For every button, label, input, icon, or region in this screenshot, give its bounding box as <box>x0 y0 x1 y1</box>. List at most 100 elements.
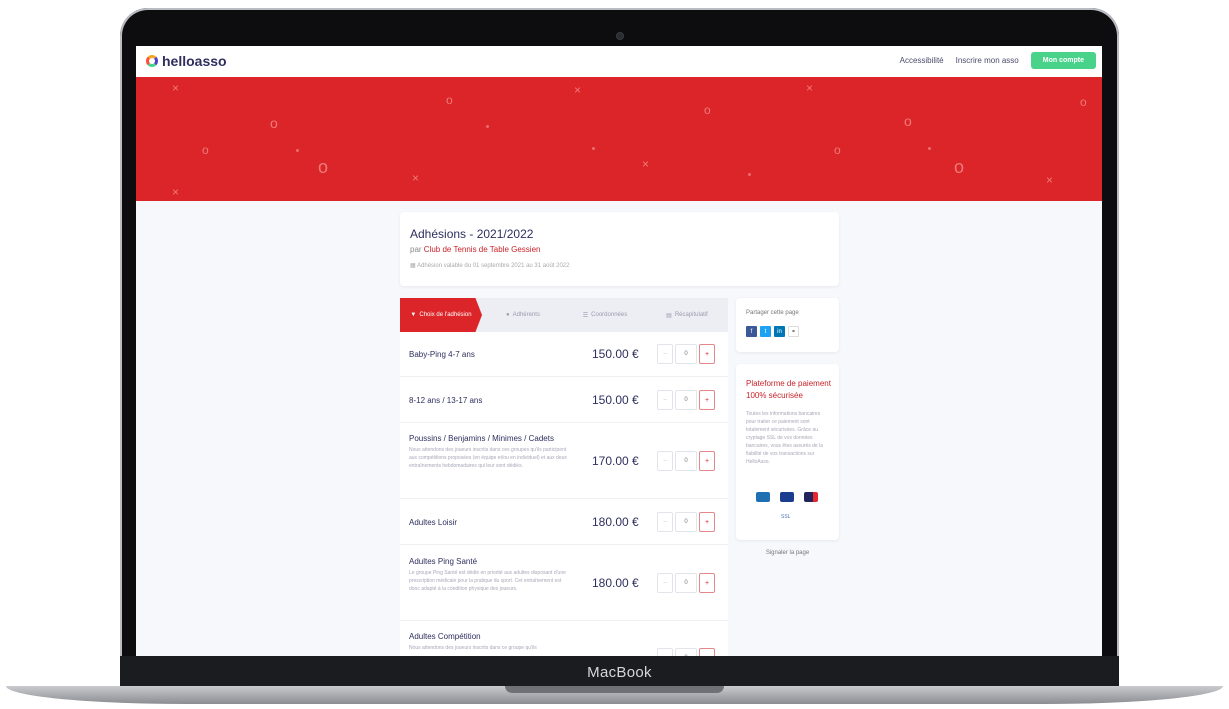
tab-membership-choice[interactable]: ▼ Choix de l'adhésion <box>400 298 482 332</box>
share-card: Partager cette page f t in ⚭ <box>736 298 839 352</box>
banner-o-decoration: o <box>1080 95 1087 109</box>
membership-row: 8-12 ans / 13-17 ans 150.00 € − 0 + <box>400 376 728 423</box>
membership-name: Poussins / Benjamins / Minimes / Cadets <box>409 434 554 443</box>
increase-button[interactable]: + <box>699 390 715 410</box>
ssl-badge-icon: SSL <box>781 514 791 520</box>
nav-register-association[interactable]: Inscrire mon asso <box>956 56 1019 65</box>
header-banner: × o o o × × o × × o × o o o × o <box>136 77 1102 201</box>
tab-members[interactable]: ● Adhérents <box>482 298 564 332</box>
secure-payment-description: Toutes les informations bancaires pour t… <box>746 411 823 465</box>
increase-button[interactable]: + <box>699 451 715 471</box>
doc-icon: ▤ <box>666 312 672 319</box>
linkedin-icon[interactable]: in <box>774 326 785 337</box>
membership-name: Adultes Ping Santé <box>409 557 478 566</box>
banner-dot-decoration <box>296 149 299 152</box>
facebook-icon[interactable]: f <box>746 326 757 337</box>
tab-contact-details[interactable]: ☰ Coordonnées <box>564 298 646 332</box>
banner-o-decoration: o <box>446 93 453 107</box>
increase-button[interactable]: + <box>699 512 715 532</box>
membership-description: Le groupe Ping Santé est dédié en priori… <box>409 570 566 592</box>
membership-price: 180.00 € <box>592 515 639 529</box>
membership-list: Baby-Ping 4-7 ans 150.00 € − 0 + 8-12 an… <box>400 332 728 656</box>
banner-dot-decoration <box>486 125 489 128</box>
nav-accessibility[interactable]: Accessibilité <box>900 56 944 65</box>
step-tabs: ▼ Choix de l'adhésion ● Adhérents ☰ Coor… <box>400 298 728 332</box>
user-icon: ● <box>506 312 510 318</box>
card-logos <box>756 492 818 502</box>
screen: helloasso Accessibilité Inscrire mon ass… <box>136 46 1102 656</box>
banner-o-decoration: o <box>318 157 329 177</box>
quantity-value[interactable]: 0 <box>675 451 697 471</box>
quantity-stepper: − 0 + <box>657 573 715 593</box>
banner-x-decoration: × <box>172 81 180 95</box>
tag-icon: ▼ <box>410 312 417 318</box>
organizer-prefix: par <box>410 245 422 254</box>
membership-row: Poussins / Benjamins / Minimes / Cadets … <box>400 422 728 499</box>
increase-button[interactable]: + <box>699 344 715 364</box>
share-label: Partager cette page <box>746 310 799 316</box>
increase-button[interactable]: + <box>699 573 715 593</box>
quantity-stepper: − 0 + <box>657 512 715 532</box>
campaign-header-card: Adhésions - 2021/2022 par Club de Tennis… <box>400 212 839 286</box>
decrease-button[interactable]: − <box>657 512 673 532</box>
top-navigation: helloasso Accessibilité Inscrire mon ass… <box>136 46 1102 78</box>
membership-row: Baby-Ping 4-7 ans 150.00 € − 0 + <box>400 332 728 377</box>
quantity-stepper: − 0 + <box>657 390 715 410</box>
quantity-value[interactable]: 0 <box>675 344 697 364</box>
banner-o-decoration: o <box>834 143 841 157</box>
membership-price: 150.00 € <box>592 347 639 361</box>
increase-button[interactable]: + <box>699 648 715 656</box>
list-icon: ☰ <box>582 312 589 319</box>
membership-price: 180.00 € <box>592 576 639 590</box>
decrease-button[interactable]: − <box>657 390 673 410</box>
webcam <box>617 33 623 39</box>
decrease-button[interactable]: − <box>657 648 673 656</box>
helloasso-logo[interactable]: helloasso <box>146 53 227 69</box>
banner-o-decoration: o <box>270 115 278 131</box>
validity-dates: ▦ Adhésion valable du 01 septembre 2021 … <box>410 262 569 269</box>
quantity-value[interactable]: 0 <box>675 390 697 410</box>
quantity-stepper: − 0 + <box>657 344 715 364</box>
quantity-stepper: − 0 + <box>657 648 715 656</box>
organizer-link[interactable]: Club de Tennis de Table Gessien <box>424 245 541 254</box>
banner-o-decoration: o <box>904 113 912 129</box>
membership-row: Adultes Compétition Nous attendons des j… <box>400 620 728 656</box>
secure-payment-card: Plateforme de paiement 100% sécurisée To… <box>736 364 839 540</box>
laptop-notch <box>505 686 724 693</box>
visa-card-icon <box>780 492 794 502</box>
report-page-link[interactable]: Signaler la page <box>736 550 839 556</box>
banner-x-decoration: × <box>574 83 582 97</box>
logo-text: helloasso <box>162 53 227 69</box>
nav-links: Accessibilité Inscrire mon asso Mon comp… <box>900 52 1096 69</box>
banner-x-decoration: × <box>172 185 180 199</box>
cb-card-icon <box>756 492 770 502</box>
banner-x-decoration: × <box>642 157 650 171</box>
membership-name: Baby-Ping 4-7 ans <box>409 350 475 359</box>
banner-o-decoration: o <box>704 103 711 117</box>
tab-label: Choix de l'adhésion <box>419 312 472 318</box>
quantity-value[interactable]: 0 <box>675 512 697 532</box>
device-brand: MacBook <box>587 664 652 681</box>
my-account-button[interactable]: Mon compte <box>1030 52 1096 69</box>
decrease-button[interactable]: − <box>657 573 673 593</box>
tab-label: Récapitulatif <box>674 312 708 318</box>
banner-x-decoration: × <box>412 171 420 185</box>
tab-label: Coordonnées <box>591 312 628 318</box>
banner-o-decoration: o <box>954 157 965 177</box>
banner-x-decoration: × <box>1046 173 1054 187</box>
membership-row: Adultes Loisir 180.00 € − 0 + <box>400 498 728 545</box>
tab-summary[interactable]: ▤ Récapitulatif <box>646 298 728 332</box>
link-icon[interactable]: ⚭ <box>788 326 799 337</box>
validity-dates-text: Adhésion valable du 01 septembre 2021 au… <box>417 263 570 269</box>
membership-row: Adultes Ping Santé Le groupe Ping Santé … <box>400 544 728 621</box>
decrease-button[interactable]: − <box>657 451 673 471</box>
page-title: Adhésions - 2021/2022 <box>410 227 534 241</box>
calendar-icon: ▦ <box>410 263 418 269</box>
quantity-value[interactable]: 0 <box>675 573 697 593</box>
organizer-line: par Club de Tennis de Table Gessien <box>410 245 540 254</box>
quantity-value[interactable]: 0 <box>675 648 697 656</box>
twitter-icon[interactable]: t <box>760 326 771 337</box>
banner-dot-decoration <box>592 147 595 150</box>
decrease-button[interactable]: − <box>657 344 673 364</box>
membership-name: 8-12 ans / 13-17 ans <box>409 396 483 405</box>
